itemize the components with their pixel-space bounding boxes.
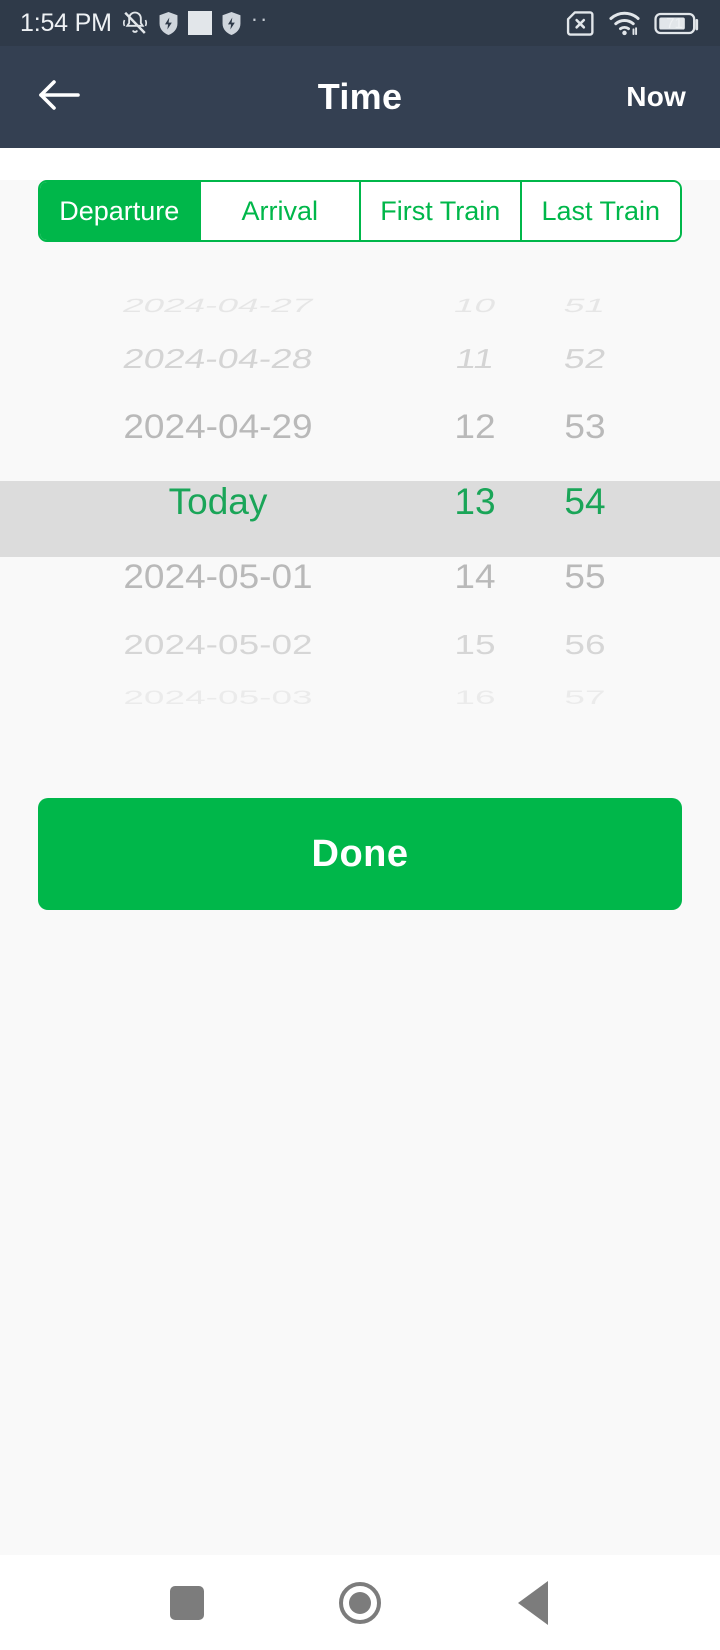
mode-segmented-control: Departure Arrival First Train Last Train xyxy=(38,180,682,242)
picker-date-cell: Today xyxy=(168,481,268,522)
back-button[interactable] xyxy=(30,68,88,126)
shield-bolt-icon xyxy=(158,11,179,36)
picker-date-cell: 2024-05-03 xyxy=(123,687,313,709)
datetime-picker[interactable]: 2024-04-27 10 51 2024-04-28 11 52 2024-0… xyxy=(0,284,720,754)
picker-hour-cell: 16 xyxy=(454,687,496,709)
picker-row-selected[interactable]: Today 13 54 xyxy=(0,464,720,540)
sim-card-x-icon xyxy=(565,10,595,37)
tab-last-train[interactable]: Last Train xyxy=(521,182,680,240)
circle-icon xyxy=(338,1581,381,1624)
more-dots-icon: ·· xyxy=(250,6,270,31)
wifi-icon xyxy=(609,10,640,36)
nav-back-button[interactable] xyxy=(498,1568,568,1638)
picker-hour-cell: 11 xyxy=(452,343,498,374)
tab-arrival[interactable]: Arrival xyxy=(200,182,361,240)
picker-row[interactable]: 2024-04-28 11 52 xyxy=(0,336,720,382)
picker-row[interactable]: 2024-04-29 12 53 xyxy=(0,393,720,462)
triangle-left-icon xyxy=(518,1580,549,1625)
nav-recents-button[interactable] xyxy=(152,1568,222,1638)
picker-hour-cell: 14 xyxy=(454,557,496,596)
main-content: Departure Arrival First Train Last Train… xyxy=(0,180,720,1587)
shield-bolt-icon xyxy=(221,11,242,36)
white-square-icon xyxy=(187,11,212,35)
arrow-left-icon xyxy=(36,77,82,118)
square-icon xyxy=(169,1585,204,1620)
picker-minute-cell: 55 xyxy=(564,557,606,596)
nav-home-button[interactable] xyxy=(325,1568,395,1638)
picker-rows: 2024-04-27 10 51 2024-04-28 11 52 2024-0… xyxy=(0,284,720,720)
bell-muted-icon xyxy=(121,9,149,37)
picker-minute-cell: 56 xyxy=(564,629,606,660)
picker-date-cell: 2024-04-27 xyxy=(119,295,317,317)
picker-hour-cell: 12 xyxy=(454,407,496,446)
battery-icon: 71 xyxy=(654,11,700,36)
done-button[interactable]: Done xyxy=(38,798,682,910)
status-bar: 1:54 PM ·· 71 xyxy=(0,0,720,46)
picker-minute-cell: 53 xyxy=(564,407,606,446)
battery-percent-label: 71 xyxy=(666,14,683,32)
picker-hour-cell: 15 xyxy=(454,629,496,660)
app-bar: Time Now xyxy=(0,46,720,148)
status-clock: 1:54 PM xyxy=(20,8,112,37)
now-button[interactable]: Now xyxy=(622,73,690,121)
tab-first-train[interactable]: First Train xyxy=(361,182,522,240)
picker-row[interactable]: 2024-05-01 14 55 xyxy=(0,543,720,612)
picker-minute-cell: 54 xyxy=(564,481,606,522)
picker-row[interactable]: 2024-04-27 10 51 xyxy=(0,295,720,318)
picker-date-cell: 2024-04-28 xyxy=(120,343,316,374)
picker-minute-cell: 57 xyxy=(564,687,606,709)
picker-minute-cell: 52 xyxy=(561,343,609,374)
status-bar-left: 1:54 PM ·· xyxy=(20,6,565,38)
android-nav-bar xyxy=(0,1555,720,1650)
picker-date-cell: 2024-05-01 xyxy=(123,557,313,596)
picker-hour-cell: 13 xyxy=(454,481,496,522)
picker-row[interactable]: 2024-05-03 16 57 xyxy=(0,687,720,710)
tab-departure[interactable]: Departure xyxy=(40,182,201,240)
picker-row[interactable]: 2024-05-02 15 56 xyxy=(0,622,720,668)
picker-minute-cell: 51 xyxy=(560,295,610,317)
picker-hour-cell: 10 xyxy=(450,295,500,317)
page-title: Time xyxy=(317,76,403,117)
picker-date-cell: 2024-04-29 xyxy=(123,407,313,446)
status-bar-right: 71 xyxy=(565,10,700,37)
picker-date-cell: 2024-05-02 xyxy=(123,629,313,660)
